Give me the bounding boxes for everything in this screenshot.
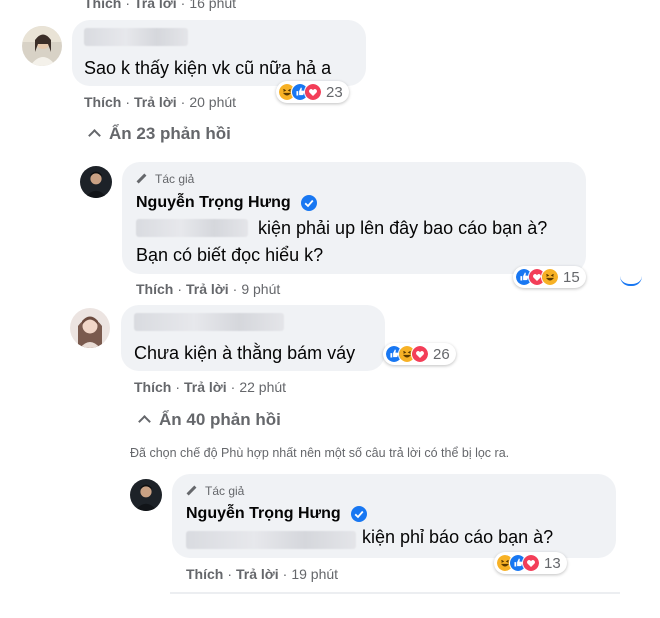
comment-actions-0: Thích · Trả lời · 16 phút: [84, 0, 236, 11]
more-options-icon[interactable]: [620, 276, 642, 286]
reaction-summary[interactable]: 15: [513, 266, 586, 288]
reply-link[interactable]: Trả lời: [186, 281, 229, 297]
comment-time[interactable]: 16 phút: [189, 0, 236, 11]
reaction-count: 23: [326, 83, 343, 101]
verified-badge-icon: [351, 506, 367, 522]
comment-actions: Thích · Trả lời · 20 phút: [84, 94, 237, 110]
comment-time[interactable]: 19 phút: [291, 566, 338, 582]
author-avatar[interactable]: [130, 479, 162, 511]
haha-icon: [541, 268, 559, 286]
like-link[interactable]: Thích: [84, 0, 121, 11]
comment-text-line: kiện phỉ báo cáo bạn à?: [362, 527, 554, 547]
like-link[interactable]: Thích: [136, 281, 173, 297]
reaction-count: 26: [433, 345, 450, 363]
reaction-summary[interactable]: 23: [276, 81, 349, 103]
redacted-text: [186, 531, 356, 549]
redacted-name: [134, 313, 284, 331]
hide-replies-toggle[interactable]: Ẩn 23 phản hồi: [88, 124, 231, 144]
comment-text-line: kiện phải up lên đây bao cáo bạn à?: [258, 218, 548, 238]
divider: [170, 592, 620, 594]
comment-time[interactable]: 22 phút: [239, 379, 286, 395]
user-avatar-icon: [70, 308, 110, 348]
comment-text-line: Bạn có biết đọc hiểu k?: [136, 245, 324, 265]
user-avatar-icon: [22, 26, 62, 66]
pencil-icon: [186, 485, 197, 496]
comment-text: Sao k thấy kiện vk cũ nữa hả a: [84, 58, 332, 78]
avatar[interactable]: [22, 26, 62, 66]
reply-link[interactable]: Trả lời: [134, 0, 177, 11]
author-badge: Tác giả: [186, 484, 244, 498]
author-avatar-icon: [80, 166, 112, 198]
love-icon: [411, 345, 429, 363]
reply-link[interactable]: Trả lời: [134, 94, 177, 110]
reaction-count: 15: [563, 268, 580, 286]
avatar[interactable]: [70, 308, 110, 348]
like-link[interactable]: Thích: [186, 566, 223, 582]
like-link[interactable]: Thích: [134, 379, 171, 395]
love-icon: [522, 554, 540, 572]
reply-link[interactable]: Trả lời: [236, 566, 279, 582]
hide-replies-toggle[interactable]: Ẩn 40 phản hồi: [138, 410, 281, 430]
comment-actions: Thích · Trả lời · 19 phút: [186, 566, 339, 582]
pencil-icon: [136, 173, 147, 184]
chevron-up-icon: [138, 415, 151, 428]
filter-notice: Đã chọn chế độ Phù hợp nhất nên một số c…: [130, 446, 510, 460]
redacted-text: [136, 219, 248, 237]
reaction-summary[interactable]: 26: [383, 343, 456, 365]
comment-time[interactable]: 20 phút: [189, 94, 236, 110]
love-icon: [304, 83, 322, 101]
author-avatar-icon: [130, 479, 162, 511]
chevron-up-icon: [88, 129, 101, 142]
comment-actions: Thích · Trả lời · 22 phút: [134, 379, 287, 395]
reaction-summary[interactable]: 13: [494, 552, 567, 574]
reaction-count: 13: [544, 554, 561, 572]
author-avatar[interactable]: [80, 166, 112, 198]
author-badge: Tác giả: [136, 172, 194, 186]
like-link[interactable]: Thích: [84, 94, 121, 110]
author-name[interactable]: Nguyễn Trọng Hưng: [186, 505, 341, 523]
comment-time[interactable]: 9 phút: [241, 281, 280, 297]
author-name[interactable]: Nguyễn Trọng Hưng: [136, 194, 291, 212]
reply-link[interactable]: Trả lời: [184, 379, 227, 395]
comment-actions: Thích · Trả lời · 9 phút: [136, 281, 281, 297]
verified-badge-icon: [301, 195, 317, 211]
comment-text: Chưa kiện à thằng bám váy: [134, 343, 356, 363]
redacted-name: [84, 28, 188, 46]
